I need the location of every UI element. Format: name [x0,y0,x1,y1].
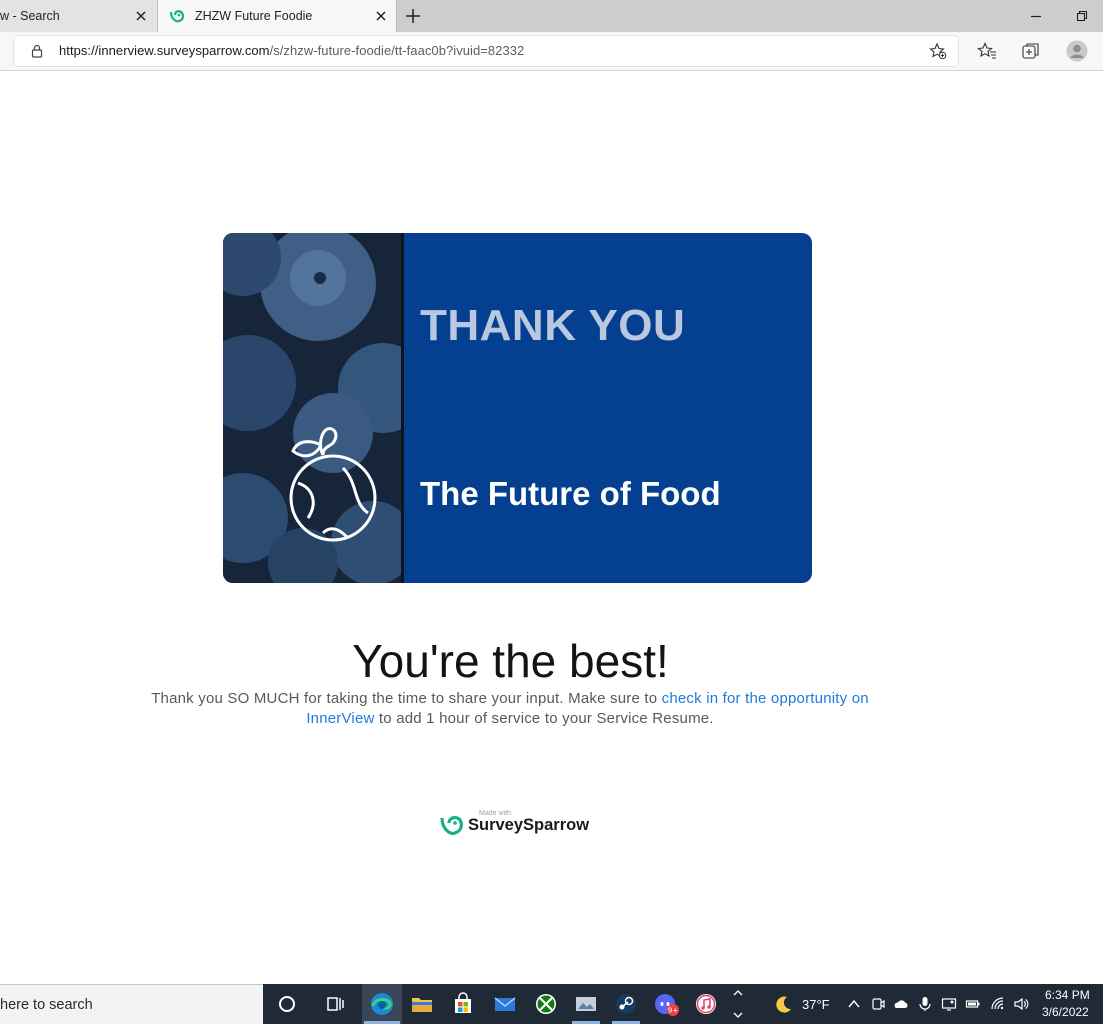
steam-icon[interactable] [612,990,640,1018]
browser-toolbar: https://innerview.surveysparrow.com/s/zh… [0,32,1103,71]
microphone-icon[interactable] [917,996,933,1012]
windows-taskbar: here to search 9+ 37°F 6:34 PM 3/6/2022 [0,984,1103,1024]
blueberries-photo [223,233,401,583]
profile-avatar-icon[interactable] [1066,40,1088,62]
battery-icon[interactable] [965,996,981,1012]
clock-date[interactable]: 3/6/2022 [1042,1005,1089,1019]
page-title: You're the best! [352,635,669,687]
made-with-surveysparrow[interactable]: Made with SurveySparrow [440,810,589,840]
restore-icon[interactable] [1074,8,1090,24]
thank-you-banner: THANK YOU The Future of Food [223,233,812,583]
taskbar-scroll-arrows-icon[interactable] [731,986,745,1022]
new-tab-plus-icon[interactable] [404,7,422,25]
surveysparrow-brand: SurveySparrow [468,816,590,834]
photos-app-icon[interactable] [572,990,600,1018]
close-icon[interactable] [373,8,389,24]
taskbar-search-box[interactable]: here to search [0,984,263,1024]
discord-icon[interactable]: 9+ [652,990,680,1018]
wifi-icon[interactable] [990,996,1006,1012]
search-placeholder: here to search [0,997,93,1013]
tab-strip: w - Search ZHZW Future Foodie [0,0,1103,32]
close-icon[interactable] [133,8,149,24]
survey-page: THANK YOU The Future of Food You're the … [0,72,1103,984]
show-hidden-icons-chevron-icon[interactable] [846,996,862,1012]
onedrive-cloud-icon[interactable] [893,996,909,1012]
file-explorer-icon[interactable] [408,990,436,1018]
thank-you-message: Thank you SO MUCH for taking the time to… [120,689,900,729]
clock-time[interactable]: 6:34 PM [1045,988,1090,1002]
mail-icon[interactable] [491,990,519,1018]
collections-icon[interactable] [1021,41,1041,61]
message-text-before: Thank you SO MUCH for taking the time to… [151,690,662,707]
meet-now-icon[interactable] [870,996,886,1012]
itunes-icon[interactable] [692,990,720,1018]
tab-title: w - Search [0,9,60,23]
surveysparrow-logo-icon [440,816,463,835]
message-text-after: to add 1 hour of service to your Service… [374,710,714,727]
xbox-icon[interactable] [532,990,560,1018]
weather-temperature[interactable]: 37°F [802,997,830,1012]
banner-divider [401,233,404,583]
address-bar[interactable]: https://innerview.surveysparrow.com/s/zh… [14,36,958,66]
discord-badge: 9+ [668,1007,678,1015]
url-domain: https://innerview.surveysparrow.com [59,43,270,58]
minimize-icon[interactable] [1028,8,1044,24]
banner-heading: THANK YOU [420,301,686,350]
lock-icon[interactable] [30,44,44,58]
tab-search[interactable]: w - Search [0,0,157,32]
volume-icon[interactable] [1013,996,1029,1012]
tab-future-foodie[interactable]: ZHZW Future Foodie [157,0,397,32]
edge-browser-icon[interactable] [368,990,396,1018]
task-view-icon[interactable] [321,990,349,1018]
url-text[interactable]: https://innerview.surveysparrow.com/s/zh… [59,43,524,58]
url-path: /s/zhzw-future-foodie/tt-faac0b?ivuid=82… [269,43,525,58]
weather-moon-icon[interactable] [774,994,794,1014]
tab-title: ZHZW Future Foodie [195,9,313,23]
banner-subheading: The Future of Food [420,475,721,512]
surveysparrow-favicon-icon [169,10,185,23]
cortana-circle-icon[interactable] [273,990,301,1018]
microsoft-store-icon[interactable] [449,990,477,1018]
add-favorite-icon[interactable] [929,42,947,60]
favorites-icon[interactable] [977,41,997,61]
display-settings-icon[interactable] [941,996,957,1012]
